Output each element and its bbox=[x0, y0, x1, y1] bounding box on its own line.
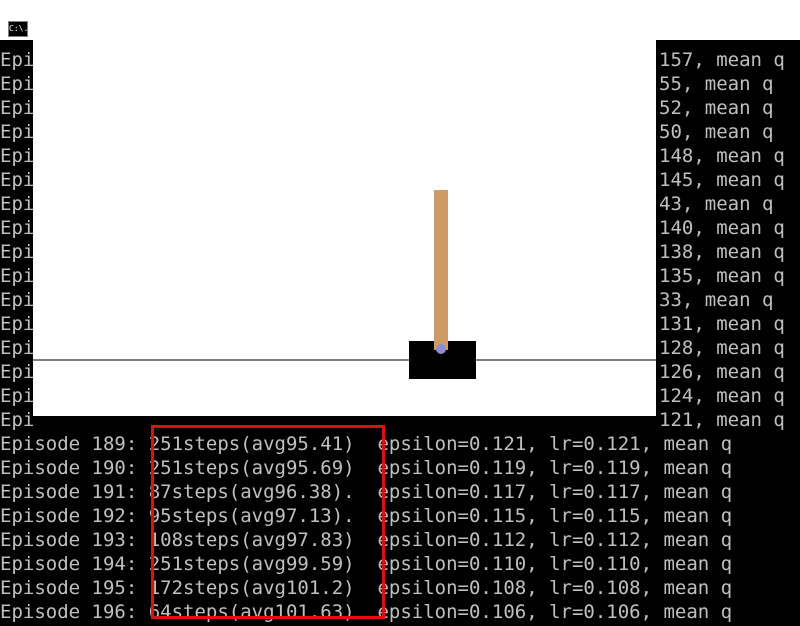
console-line: Epi bbox=[0, 337, 35, 359]
console-line: Epi bbox=[0, 145, 35, 167]
console-line-tail: 33, mean q bbox=[659, 289, 774, 311]
console-line-tail: 131, mean q bbox=[659, 313, 785, 335]
console-line: Epi bbox=[0, 169, 35, 191]
command-prompt-icon[interactable]: C:\. bbox=[8, 21, 28, 37]
console-line: Epi bbox=[0, 265, 35, 287]
console-line: Epi bbox=[0, 289, 35, 311]
console-line-tail: 128, mean q bbox=[659, 337, 785, 359]
console-line-tail: 148, mean q bbox=[659, 145, 785, 167]
console-line-tail: 124, mean q bbox=[659, 385, 785, 407]
console-line-tail: 135, mean q bbox=[659, 265, 785, 287]
console-line-tail: 52, mean q bbox=[659, 97, 774, 119]
console-line-tail: 140, mean q bbox=[659, 217, 785, 239]
console-line: Epi bbox=[0, 97, 35, 119]
console-line-tail: 145, mean q bbox=[659, 169, 785, 191]
console-line: Epi bbox=[0, 313, 35, 335]
console-line: Epi bbox=[0, 121, 35, 143]
console-line-tail: 43, mean q bbox=[659, 193, 774, 215]
console-line: Epi bbox=[0, 385, 35, 407]
console-line-tail: 157, mean q bbox=[659, 49, 785, 71]
cartpole-render-window[interactable] bbox=[33, 10, 656, 416]
axle bbox=[436, 344, 446, 354]
console-line-tail: 50, mean q bbox=[659, 121, 774, 143]
cartpole-canvas bbox=[33, 190, 656, 379]
console-line: Epi bbox=[0, 193, 35, 215]
console-line: Epi bbox=[0, 361, 35, 383]
pole bbox=[434, 190, 448, 350]
steps-highlight-box bbox=[151, 425, 385, 619]
console-line-tail: 126, mean q bbox=[659, 361, 785, 383]
console-line: Epi bbox=[0, 217, 35, 239]
console-line: Epi bbox=[0, 73, 35, 95]
console-line: Epi bbox=[0, 49, 35, 71]
console-line-tail: 138, mean q bbox=[659, 241, 785, 263]
console-line-tail: 55, mean q bbox=[659, 73, 774, 95]
console-line-tail: 121, mean q bbox=[659, 409, 785, 431]
console-line: Epi bbox=[0, 241, 35, 263]
console-line: Epi bbox=[0, 409, 35, 431]
